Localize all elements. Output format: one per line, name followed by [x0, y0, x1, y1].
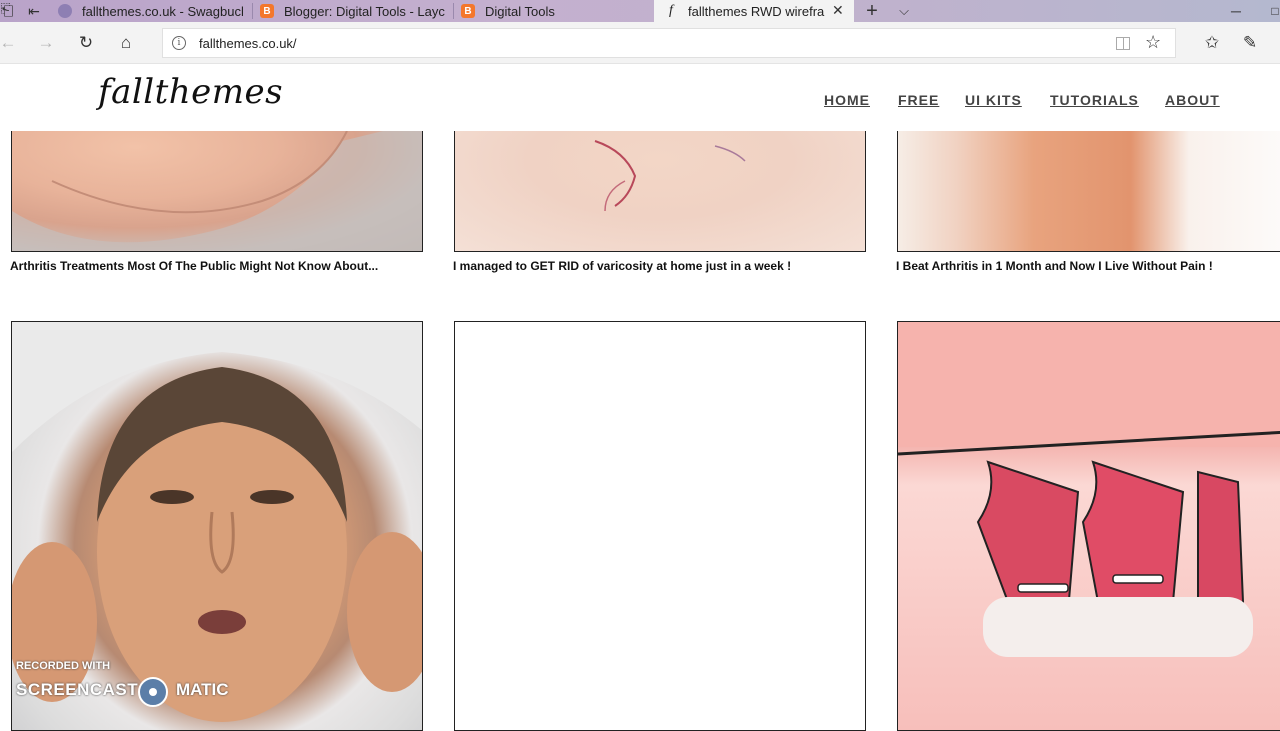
- nav-free[interactable]: FREE: [898, 92, 939, 108]
- tab-title: fallthemes.co.uk - Swagbucl: [82, 3, 244, 19]
- tab-divider: [453, 3, 454, 19]
- tab-title: Digital Tools: [485, 3, 555, 19]
- ad-caption[interactable]: Arthritis Treatments Most Of The Public …: [10, 259, 378, 273]
- maximize-icon[interactable]: □: [1270, 0, 1280, 22]
- ad-caption[interactable]: I Beat Arthritis in 1 Month and Now I Li…: [896, 259, 1213, 273]
- home-icon[interactable]: ⌂: [114, 31, 138, 55]
- tab-fallthemes-active[interactable]: f fallthemes RWD wirefra ✕: [654, 0, 854, 22]
- blogger-icon: B: [461, 4, 475, 18]
- site-header: fallthemes HOME FREE UI KITS TUTORIALS A…: [0, 64, 1280, 131]
- tab-divider: [252, 3, 253, 19]
- f-icon: f: [669, 3, 673, 18]
- ad-image-hand[interactable]: [11, 120, 423, 252]
- gums-illustration: [898, 322, 1280, 657]
- veins-illustration: [594, 140, 746, 212]
- tab-blogger-layout[interactable]: B Blogger: Digital Tools - Layc: [260, 0, 450, 22]
- browser-tab-bar: ⎗ ⇤ fallthemes.co.uk - Swagbucl B Blogge…: [0, 0, 1280, 22]
- back-arrow-icon[interactable]: ⎗: [0, 0, 14, 22]
- ad-image-blank[interactable]: [454, 321, 866, 731]
- tab-title: fallthemes RWD wirefra: [688, 3, 825, 19]
- minimize-icon[interactable]: ─: [1226, 0, 1246, 22]
- watermark-brand-right: MATIC: [176, 680, 229, 699]
- chevron-down-icon[interactable]: ⌵: [892, 0, 916, 22]
- ad-image-teeth[interactable]: [897, 321, 1280, 731]
- reading-view-icon[interactable]: [1116, 37, 1130, 50]
- set-aside-tabs-icon[interactable]: ⇤: [24, 0, 44, 22]
- nav-ui-kits[interactable]: UI KITS: [965, 92, 1022, 108]
- ad-image-leg[interactable]: [897, 120, 1280, 252]
- close-icon[interactable]: ✕: [832, 2, 844, 19]
- tab-title: Blogger: Digital Tools - Layc: [284, 3, 445, 19]
- ad-caption[interactable]: I managed to GET RID of varicosity at ho…: [453, 259, 791, 273]
- address-bar[interactable]: i fallthemes.co.uk/ ☆: [162, 28, 1176, 58]
- url-text[interactable]: fallthemes.co.uk/: [199, 36, 297, 51]
- watermark-brand-left: SCREENCAST: [16, 680, 139, 699]
- info-icon[interactable]: i: [172, 36, 186, 50]
- back-icon[interactable]: ←: [0, 31, 20, 55]
- forward-icon[interactable]: →: [34, 31, 58, 55]
- web-note-pen-icon[interactable]: ✎: [1238, 31, 1262, 55]
- tab-digital-tools[interactable]: B Digital Tools: [461, 0, 651, 22]
- watermark-line1: RECORDED WITH: [16, 660, 111, 672]
- blogger-icon: B: [260, 4, 274, 18]
- nav-about[interactable]: ABOUT: [1165, 92, 1220, 108]
- favorite-star-icon[interactable]: ☆: [1145, 32, 1161, 53]
- refresh-icon[interactable]: ↻: [74, 31, 98, 55]
- nav-tutorials[interactable]: TUTORIALS: [1050, 92, 1139, 108]
- nav-home[interactable]: HOME: [824, 92, 870, 108]
- record-dot-icon: [138, 677, 168, 707]
- favorites-hub-icon[interactable]: ✩: [1200, 31, 1224, 55]
- hand-illustration: [12, 121, 422, 251]
- site-logo[interactable]: fallthemes: [98, 72, 283, 112]
- tab-swagbucks[interactable]: fallthemes.co.uk - Swagbucl: [58, 0, 248, 22]
- new-tab-icon[interactable]: +: [860, 0, 884, 22]
- browser-toolbar: ← → ↻ ⌂ i fallthemes.co.uk/ ☆ ✩ ✎: [0, 22, 1280, 64]
- swagbucks-icon: [58, 4, 72, 18]
- ad-image-veins[interactable]: [454, 120, 866, 252]
